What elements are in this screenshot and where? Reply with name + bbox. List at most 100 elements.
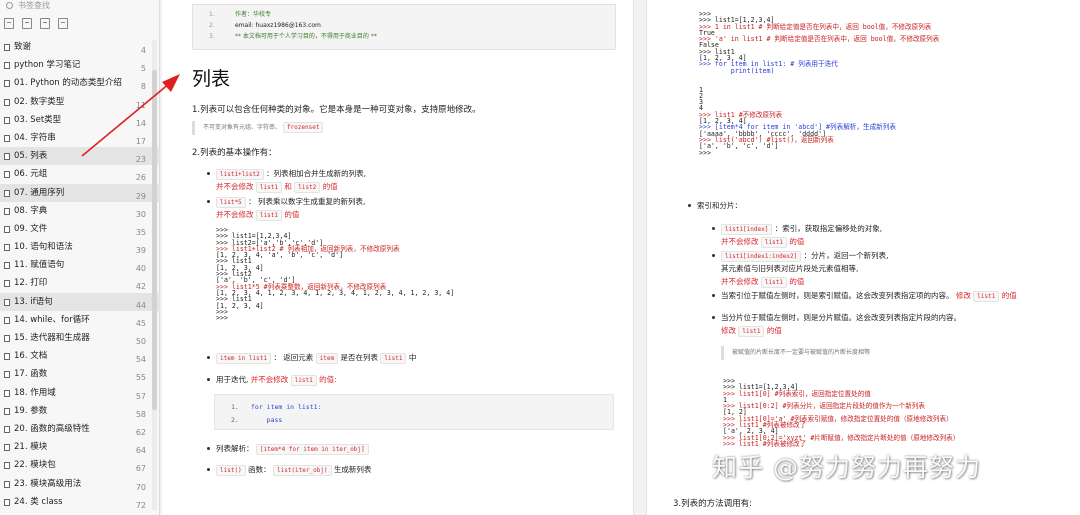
document-icon bbox=[4, 371, 10, 379]
bookmark-item[interactable]: 13. if语句 44 bbox=[0, 292, 160, 311]
code-line: >>> list1[0:2] #列表分片，返回指定片段处的值作为一个新列表 bbox=[723, 402, 925, 411]
sidebar-scroll-thumb[interactable] bbox=[152, 70, 157, 410]
bookmark-item[interactable]: 17. 函数 55 bbox=[0, 365, 160, 383]
bookmark-label: 01. Python 的动态类型介绍 bbox=[14, 78, 122, 89]
bookmark-item[interactable]: 10. 语句和语法 39 bbox=[0, 238, 160, 256]
bookmark-item[interactable]: 03. Set类型 14 bbox=[0, 111, 160, 129]
quote-text: 不可变对象有元组、字符串、 bbox=[203, 124, 282, 131]
inline-code: list(iter_obj) bbox=[272, 464, 332, 476]
section-heading: 2.列表的基本操作有： bbox=[192, 148, 277, 158]
warning-text: 的值 bbox=[766, 326, 782, 335]
bookmark-list: 致谢 4 python 学习笔记 5 01. Python 的动态类型介绍 8 02. 数字… bbox=[0, 38, 160, 511]
document-icon bbox=[4, 134, 10, 142]
bookmark-item[interactable]: 19. 参数 58 bbox=[0, 402, 160, 420]
sidebar-scrollbar[interactable] bbox=[152, 40, 157, 510]
section-heading: 3.列表的方法调用有: bbox=[673, 499, 752, 509]
bookmark-item[interactable]: 08. 字典 30 bbox=[0, 202, 160, 220]
inline-code: list1[index1:index2] bbox=[721, 250, 802, 262]
document-icon bbox=[4, 444, 10, 452]
bookmark-item[interactable]: 15. 迭代器和生成器 50 bbox=[0, 329, 160, 347]
code-line: ** 本文档可用于个人学习目的，不得用于商业目的 ** bbox=[235, 33, 377, 40]
bookmark-item[interactable]: 05. 列表 23 bbox=[0, 147, 160, 166]
bookmark-label: 09. 文件 bbox=[14, 223, 48, 234]
inline-code: list1 bbox=[760, 276, 787, 288]
inline-code: list1 bbox=[973, 290, 1000, 302]
bookmark-label: 03. Set类型 bbox=[14, 114, 62, 125]
bookmark-item[interactable]: 06. 元组 26 bbox=[0, 165, 160, 183]
document-icon bbox=[4, 498, 10, 506]
bookmark-item[interactable]: 01. Python 的动态类型介绍 8 bbox=[0, 74, 160, 92]
warning-text: 并不会修改 bbox=[721, 237, 759, 246]
code-line: for item in list1: bbox=[251, 403, 322, 411]
document-icon bbox=[4, 44, 10, 51]
bookmark-item[interactable]: 11. 赋值语句 40 bbox=[0, 256, 160, 274]
warning-text: 的值 bbox=[322, 182, 338, 191]
bookmark-item[interactable]: 22. 模块包 67 bbox=[0, 456, 160, 474]
document-icon bbox=[4, 298, 10, 306]
list-item: list1[index] ：索引，获取指定偏移处的对象, bbox=[711, 223, 882, 235]
bookmark-item[interactable]: 24. 类 class 72 bbox=[0, 493, 160, 511]
bullet-text: 当分片位于赋值左侧时，则是分片赋值。这会改变列表指定片段的内容。 bbox=[721, 313, 961, 322]
warning-line: 并不会修改 list1 的值 bbox=[216, 209, 299, 221]
bookmark-item[interactable]: python 学习笔记 5 bbox=[0, 56, 160, 74]
search-icon bbox=[6, 2, 13, 9]
bookmark-item[interactable]: 21. 模块 64 bbox=[0, 438, 160, 456]
bookmark-item[interactable]: 16. 文档 54 bbox=[0, 347, 160, 365]
bookmark-item[interactable]: 07. 通用序列 29 bbox=[0, 183, 160, 202]
code-line: >>> bbox=[216, 314, 228, 323]
bookmark-item[interactable]: 04. 字符串 17 bbox=[0, 129, 160, 147]
bookmark-search-input[interactable]: 书签查找 bbox=[4, 0, 154, 13]
warning-line: 并不会修改 list1 和 list2 的值 bbox=[216, 181, 338, 193]
inline-code: list() bbox=[216, 464, 246, 476]
code-line: 作者：华校专 bbox=[235, 11, 272, 18]
warning-text: 修改 bbox=[955, 291, 971, 300]
add-bookmark-icon[interactable] bbox=[40, 18, 50, 29]
inline-code: list1 bbox=[255, 181, 282, 193]
expand-all-icon[interactable] bbox=[4, 18, 14, 29]
warning-text: 的值 bbox=[1001, 291, 1017, 300]
bookmark-label: 21. 模块 bbox=[14, 442, 48, 453]
list-item: list1[index1:index2] ：分片，返回一个新列表, bbox=[712, 250, 889, 262]
bullet-text: 中 bbox=[408, 353, 417, 362]
bookmark-label: 24. 类 class bbox=[14, 496, 63, 507]
bullet-text: ： 返回元素 bbox=[273, 353, 314, 362]
zhihu-watermark: 知乎 @努力努力再努力 bbox=[712, 453, 981, 482]
bookmark-item[interactable]: 09. 文件 35 bbox=[0, 220, 160, 238]
document-icon bbox=[4, 335, 10, 342]
bookmark-label: 20. 函数的高级特性 bbox=[14, 423, 90, 434]
code-line: pass bbox=[251, 416, 283, 424]
document-icon bbox=[4, 389, 10, 397]
loop-code-block: 1. for item in list1: 2. pass bbox=[214, 394, 614, 430]
bookmark-label: 13. if语句 bbox=[14, 296, 53, 307]
quote-text: 被赋值的片断长度不一定要与被赋值的片断长度相等 bbox=[732, 349, 871, 356]
bookmark-label: 12. 打印 bbox=[14, 278, 48, 289]
bookmark-label: 08. 字典 bbox=[14, 205, 48, 216]
bookmark-item[interactable]: 18. 作用域 57 bbox=[0, 384, 160, 402]
document-icon bbox=[4, 189, 10, 197]
bookmark-item[interactable]: 20. 函数的高级特性 62 bbox=[0, 420, 160, 438]
bookmark-label: 11. 赋值语句 bbox=[14, 260, 65, 271]
document-page-right: >>> >>> list1=[1,2,3,4] >>> 1 in list1 # 判… bbox=[646, 0, 1080, 515]
author-code-block: 1. 作者：华校专 2. email: huaxz1986@163.com 3. **… bbox=[192, 4, 616, 50]
collapse-all-icon[interactable] bbox=[22, 18, 32, 29]
bookmark-label: 18. 作用域 bbox=[14, 387, 56, 398]
bookmark-label: 19. 参数 bbox=[14, 405, 48, 416]
python-console-block: >>> >>> list1=[1,2,3,4] >>> 1 in list1 # 判… bbox=[699, 11, 939, 156]
document-icon bbox=[4, 353, 10, 361]
line-number: 2. bbox=[209, 22, 215, 29]
python-console-block: >>> >>> list1=[1,2,3,4] >>> list1[0] #列表索引… bbox=[723, 378, 959, 448]
line-number: 3. bbox=[209, 33, 215, 40]
document-icon bbox=[4, 316, 10, 324]
bookmark-item[interactable]: 02. 数字类型 11 bbox=[0, 93, 160, 111]
bookmark-item[interactable]: 12. 打印 42 bbox=[0, 274, 160, 292]
bookmark-label: 16. 文档 bbox=[14, 351, 48, 362]
bookmark-item[interactable]: 致谢 4 bbox=[0, 38, 160, 56]
warning-text: 并不会修改 bbox=[250, 375, 289, 384]
bookmark-label: 05. 列表 bbox=[14, 151, 48, 162]
warning-text: 的值 bbox=[284, 210, 300, 219]
bookmark-icon[interactable] bbox=[58, 18, 68, 29]
bookmark-item[interactable]: 14. while、for循环 45 bbox=[0, 311, 160, 329]
bookmark-item[interactable]: 23. 模块高级用法 70 bbox=[0, 475, 160, 493]
document-icon bbox=[4, 171, 10, 179]
document-page-left: 1. 作者：华校专 2. email: huaxz1986@163.com 3. **… bbox=[162, 0, 634, 515]
